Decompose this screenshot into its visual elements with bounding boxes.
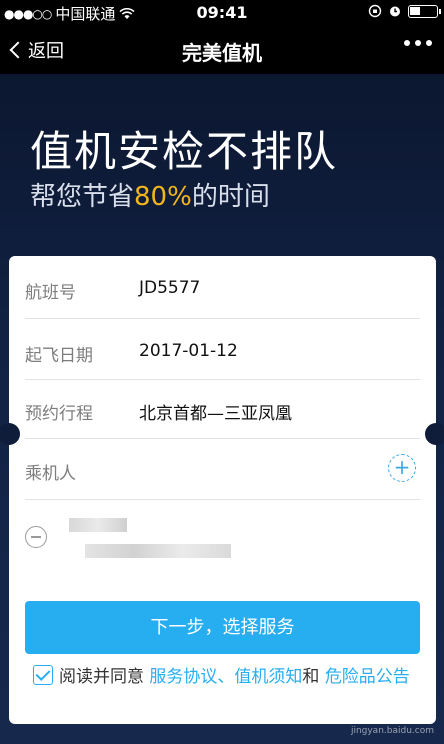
- battery-icon: [408, 4, 441, 18]
- passenger-label: 乘机人: [25, 464, 76, 484]
- route-value: 北京首都—三亚凤凰: [139, 404, 292, 424]
- route-row: 预约行程 北京首都—三亚凤凰: [25, 380, 420, 439]
- hero-sub-suffix: 的时间: [191, 182, 270, 212]
- remove-passenger-icon[interactable]: [25, 526, 47, 548]
- passenger-id-blurred: [85, 544, 231, 558]
- flight-number-row: 航班号 JD5577: [25, 256, 420, 319]
- orientation-lock-icon: [368, 4, 382, 18]
- ticket-notch-left: [0, 423, 20, 445]
- back-label: 返回: [28, 41, 64, 62]
- checkin-notice-link[interactable]: 值机须知: [234, 667, 302, 687]
- hero-subtitle: 帮您节省80%的时间: [30, 176, 270, 213]
- passenger-name-blurred: [69, 518, 127, 532]
- agree-and: 和: [302, 667, 320, 687]
- chevron-left-icon: [9, 41, 27, 59]
- departure-date-value: 2017-01-12: [139, 341, 238, 361]
- flight-number-label: 航班号: [25, 283, 76, 303]
- route-label: 预约行程: [25, 404, 93, 424]
- nav-bar: 返回 完美值机: [0, 26, 444, 74]
- watermark-brand: Bai 经验: [379, 709, 434, 725]
- alarm-icon: [390, 6, 400, 17]
- back-button[interactable]: 返回: [6, 37, 64, 63]
- agree-prefix: 阅读并同意: [59, 667, 144, 687]
- agree-checkbox[interactable]: [33, 665, 53, 685]
- flight-number-value: JD5577: [139, 278, 201, 298]
- passenger-row: 乘机人 +: [25, 439, 420, 500]
- departure-date-row: 起飞日期 2017-01-12: [25, 319, 420, 380]
- add-passenger-button[interactable]: +: [388, 454, 416, 482]
- dangerous-goods-link[interactable]: 危险品公告: [325, 667, 410, 687]
- hero-sub-accent: 80%: [134, 182, 192, 212]
- departure-date-label: 起飞日期: [25, 346, 93, 366]
- passenger-item: [25, 500, 420, 580]
- watermark-url: jingyan.baidu.com: [350, 726, 434, 736]
- page-title: 完美值机: [182, 41, 262, 65]
- service-agreement-link[interactable]: 服务协议、: [149, 667, 234, 687]
- next-step-button[interactable]: 下一步，选择服务: [25, 601, 420, 654]
- agreement-line: 阅读并同意 服务协议、值机须知和 危险品公告: [33, 664, 418, 690]
- status-right: [368, 4, 441, 18]
- watermark: Bai 经验 jingyan.baidu.com: [351, 710, 434, 738]
- hero-title: 值机安检不排队: [30, 127, 339, 176]
- ticket-notch-right: [425, 423, 444, 445]
- more-icon[interactable]: [404, 40, 432, 46]
- hero-sub-prefix: 帮您节省: [30, 182, 135, 212]
- status-bar: ●●●○○ 中国联通 09:41: [0, 0, 444, 26]
- checkin-card: 航班号 JD5577 起飞日期 2017-01-12 预约行程 北京首都—三亚凤…: [0, 256, 444, 724]
